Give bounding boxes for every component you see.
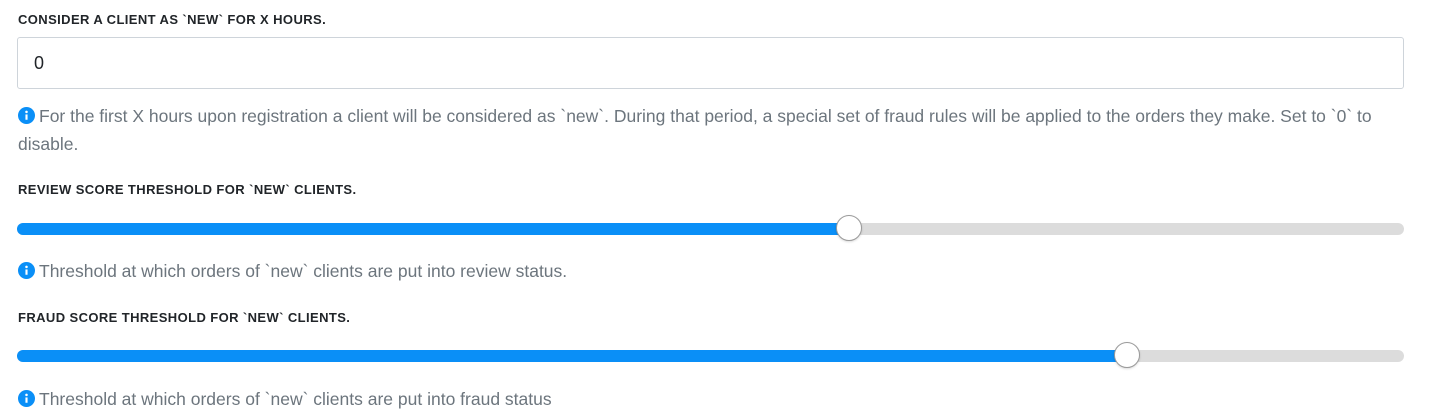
slider-thumb[interactable] — [836, 215, 863, 241]
fraud-threshold-label: FRAUD SCORE THRESHOLD FOR `NEW` CLIENTS. — [18, 310, 351, 325]
slider-fill — [17, 223, 850, 235]
fraud-threshold-slider[interactable] — [17, 342, 1404, 370]
new-client-hours-label: CONSIDER A CLIENT AS `NEW` FOR X HOURS. — [18, 12, 327, 27]
review-threshold-help-text: Threshold at which orders of `new` clien… — [39, 261, 568, 281]
new-client-hours-help-text: For the first X hours upon registration … — [18, 106, 1372, 154]
info-circle-icon — [18, 262, 35, 279]
fraud-threshold-help: Threshold at which orders of `new` clien… — [18, 385, 1398, 413]
review-threshold-slider[interactable] — [17, 215, 1404, 243]
slider-thumb[interactable] — [1113, 342, 1140, 368]
review-threshold-label: REVIEW SCORE THRESHOLD FOR `NEW` CLIENTS… — [18, 182, 357, 197]
fraud-threshold-help-text: Threshold at which orders of `new` clien… — [39, 389, 552, 409]
review-threshold-help: Threshold at which orders of `new` clien… — [18, 257, 1398, 285]
new-client-hours-input[interactable] — [17, 37, 1404, 89]
slider-fill — [17, 350, 1127, 362]
info-circle-icon — [18, 390, 35, 407]
new-client-hours-help: For the first X hours upon registration … — [18, 102, 1398, 158]
info-circle-icon — [18, 107, 35, 124]
